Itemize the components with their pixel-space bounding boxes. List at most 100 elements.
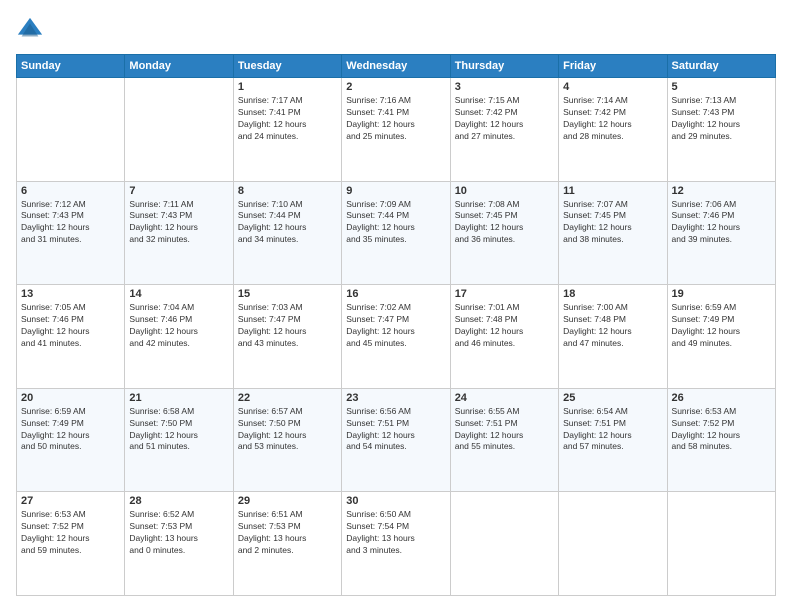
day-info: Sunrise: 7:12 AM Sunset: 7:43 PM Dayligh… (21, 199, 120, 247)
calendar-cell: 13Sunrise: 7:05 AM Sunset: 7:46 PM Dayli… (17, 285, 125, 389)
page: SundayMondayTuesdayWednesdayThursdayFrid… (0, 0, 792, 612)
calendar-cell: 9 Sunrise: 7:09 AM Sunset: 7:44 PM Daylig… (342, 181, 450, 285)
day-number: 26 (672, 392, 771, 404)
day-number: 22 (238, 392, 337, 404)
day-info: Sunrise: 7:09 AM Sunset: 7:44 PM Dayligh… (346, 199, 445, 247)
calendar-cell: 15Sunrise: 7:03 AM Sunset: 7:47 PM Dayli… (233, 285, 341, 389)
day-info: Sunrise: 6:59 AM Sunset: 7:49 PM Dayligh… (672, 302, 771, 350)
day-number: 14 (129, 288, 228, 300)
day-info: Sunrise: 7:00 AM Sunset: 7:48 PM Dayligh… (563, 302, 662, 350)
calendar-cell: 17 Sunrise: 7:01 AM Sunset: 7:48 PM Dayli… (450, 285, 558, 389)
day-info: Sunrise: 6:56 AM Sunset: 7:51 PM Dayligh… (346, 406, 445, 454)
weekday-header: Sunday (17, 55, 125, 78)
day-info: Sunrise: 7:14 AM Sunset: 7:42 PM Dayligh… (563, 95, 662, 143)
day-number: 18 (563, 288, 662, 300)
day-info: Sunrise: 6:54 AM Sunset: 7:51 PM Dayligh… (563, 406, 662, 454)
calendar-cell: 6 Sunrise: 7:12 AM Sunset: 7:43 PM Daylig… (17, 181, 125, 285)
day-number: 4 (563, 81, 662, 93)
day-number: 28 (129, 495, 228, 507)
calendar-cell: 12 Sunrise: 7:06 AM Sunset: 7:46 PM Dayli… (667, 181, 775, 285)
calendar-cell (125, 78, 233, 182)
weekday-row: SundayMondayTuesdayWednesdayThursdayFrid… (17, 55, 776, 78)
day-number: 5 (672, 81, 771, 93)
day-info: Sunrise: 6:58 AM Sunset: 7:50 PM Dayligh… (129, 406, 228, 454)
day-number: 9 (346, 185, 445, 197)
calendar-cell: 27Sunrise: 6:53 AM Sunset: 7:52 PM Dayli… (17, 492, 125, 596)
calendar-cell: 23 Sunrise: 6:56 AM Sunset: 7:51 PM Dayli… (342, 388, 450, 492)
day-info: Sunrise: 7:16 AM Sunset: 7:41 PM Dayligh… (346, 95, 445, 143)
day-info: Sunrise: 7:10 AM Sunset: 7:44 PM Dayligh… (238, 199, 337, 247)
calendar-cell (17, 78, 125, 182)
weekday-header: Wednesday (342, 55, 450, 78)
day-number: 30 (346, 495, 445, 507)
day-info: Sunrise: 7:03 AM Sunset: 7:47 PM Dayligh… (238, 302, 337, 350)
day-number: 25 (563, 392, 662, 404)
day-info: Sunrise: 7:08 AM Sunset: 7:45 PM Dayligh… (455, 199, 554, 247)
day-info: Sunrise: 7:07 AM Sunset: 7:45 PM Dayligh… (563, 199, 662, 247)
calendar-cell: 1 Sunrise: 7:17 AM Sunset: 7:41 PM Daylig… (233, 78, 341, 182)
day-info: Sunrise: 7:01 AM Sunset: 7:48 PM Dayligh… (455, 302, 554, 350)
day-info: Sunrise: 7:11 AM Sunset: 7:43 PM Dayligh… (129, 199, 228, 247)
day-number: 10 (455, 185, 554, 197)
day-number: 6 (21, 185, 120, 197)
calendar-cell: 24 Sunrise: 6:55 AM Sunset: 7:51 PM Dayli… (450, 388, 558, 492)
logo-icon (16, 16, 44, 44)
day-number: 23 (346, 392, 445, 404)
day-info: Sunrise: 6:59 AM Sunset: 7:49 PM Dayligh… (21, 406, 120, 454)
header (16, 16, 776, 44)
calendar-cell: 22 Sunrise: 6:57 AM Sunset: 7:50 PM Dayli… (233, 388, 341, 492)
calendar-cell: 8Sunrise: 7:10 AM Sunset: 7:44 PM Daylig… (233, 181, 341, 285)
day-number: 19 (672, 288, 771, 300)
calendar-cell: 2 Sunrise: 7:16 AM Sunset: 7:41 PM Daylig… (342, 78, 450, 182)
weekday-header: Monday (125, 55, 233, 78)
day-number: 12 (672, 185, 771, 197)
calendar-cell: 16Sunrise: 7:02 AM Sunset: 7:47 PM Dayli… (342, 285, 450, 389)
calendar-cell: 28 Sunrise: 6:52 AM Sunset: 7:53 PM Dayli… (125, 492, 233, 596)
day-info: Sunrise: 6:53 AM Sunset: 7:52 PM Dayligh… (672, 406, 771, 454)
calendar-cell: 30 Sunrise: 6:50 AM Sunset: 7:54 PM Dayli… (342, 492, 450, 596)
day-number: 24 (455, 392, 554, 404)
day-info: Sunrise: 6:55 AM Sunset: 7:51 PM Dayligh… (455, 406, 554, 454)
calendar-body: 1 Sunrise: 7:17 AM Sunset: 7:41 PM Daylig… (17, 78, 776, 596)
day-number: 29 (238, 495, 337, 507)
calendar-cell: 29 Sunrise: 6:51 AM Sunset: 7:53 PM Dayli… (233, 492, 341, 596)
day-info: Sunrise: 7:02 AM Sunset: 7:47 PM Dayligh… (346, 302, 445, 350)
day-info: Sunrise: 7:06 AM Sunset: 7:46 PM Dayligh… (672, 199, 771, 247)
day-info: Sunrise: 7:05 AM Sunset: 7:46 PM Dayligh… (21, 302, 120, 350)
day-info: Sunrise: 7:04 AM Sunset: 7:46 PM Dayligh… (129, 302, 228, 350)
day-info: Sunrise: 7:15 AM Sunset: 7:42 PM Dayligh… (455, 95, 554, 143)
calendar-week-row: 20 Sunrise: 6:59 AM Sunset: 7:49 PM Dayli… (17, 388, 776, 492)
calendar-cell: 14 Sunrise: 7:04 AM Sunset: 7:46 PM Dayli… (125, 285, 233, 389)
day-number: 3 (455, 81, 554, 93)
day-info: Sunrise: 6:53 AM Sunset: 7:52 PM Dayligh… (21, 509, 120, 557)
weekday-header: Tuesday (233, 55, 341, 78)
calendar-cell: 11 Sunrise: 7:07 AM Sunset: 7:45 PM Dayli… (559, 181, 667, 285)
calendar-cell: 5 Sunrise: 7:13 AM Sunset: 7:43 PM Daylig… (667, 78, 775, 182)
day-number: 20 (21, 392, 120, 404)
calendar-cell (667, 492, 775, 596)
calendar-cell: 10 Sunrise: 7:08 AM Sunset: 7:45 PM Dayli… (450, 181, 558, 285)
day-info: Sunrise: 7:13 AM Sunset: 7:43 PM Dayligh… (672, 95, 771, 143)
day-info: Sunrise: 6:51 AM Sunset: 7:53 PM Dayligh… (238, 509, 337, 557)
calendar-cell: 19 Sunrise: 6:59 AM Sunset: 7:49 PM Dayli… (667, 285, 775, 389)
calendar-cell: 26 Sunrise: 6:53 AM Sunset: 7:52 PM Dayli… (667, 388, 775, 492)
calendar-cell: 18 Sunrise: 7:00 AM Sunset: 7:48 PM Dayli… (559, 285, 667, 389)
day-info: Sunrise: 6:50 AM Sunset: 7:54 PM Dayligh… (346, 509, 445, 557)
calendar-cell: 3 Sunrise: 7:15 AM Sunset: 7:42 PM Daylig… (450, 78, 558, 182)
day-number: 2 (346, 81, 445, 93)
day-number: 1 (238, 81, 337, 93)
day-number: 21 (129, 392, 228, 404)
calendar-week-row: 13Sunrise: 7:05 AM Sunset: 7:46 PM Dayli… (17, 285, 776, 389)
day-info: Sunrise: 7:17 AM Sunset: 7:41 PM Dayligh… (238, 95, 337, 143)
calendar-week-row: 27Sunrise: 6:53 AM Sunset: 7:52 PM Dayli… (17, 492, 776, 596)
day-number: 17 (455, 288, 554, 300)
calendar-cell (559, 492, 667, 596)
calendar-cell: 21 Sunrise: 6:58 AM Sunset: 7:50 PM Dayli… (125, 388, 233, 492)
day-number: 11 (563, 185, 662, 197)
day-info: Sunrise: 6:52 AM Sunset: 7:53 PM Dayligh… (129, 509, 228, 557)
day-info: Sunrise: 6:57 AM Sunset: 7:50 PM Dayligh… (238, 406, 337, 454)
calendar-week-row: 1 Sunrise: 7:17 AM Sunset: 7:41 PM Daylig… (17, 78, 776, 182)
calendar-cell: 4 Sunrise: 7:14 AM Sunset: 7:42 PM Daylig… (559, 78, 667, 182)
calendar-cell: 20 Sunrise: 6:59 AM Sunset: 7:49 PM Dayli… (17, 388, 125, 492)
calendar-header: SundayMondayTuesdayWednesdayThursdayFrid… (17, 55, 776, 78)
